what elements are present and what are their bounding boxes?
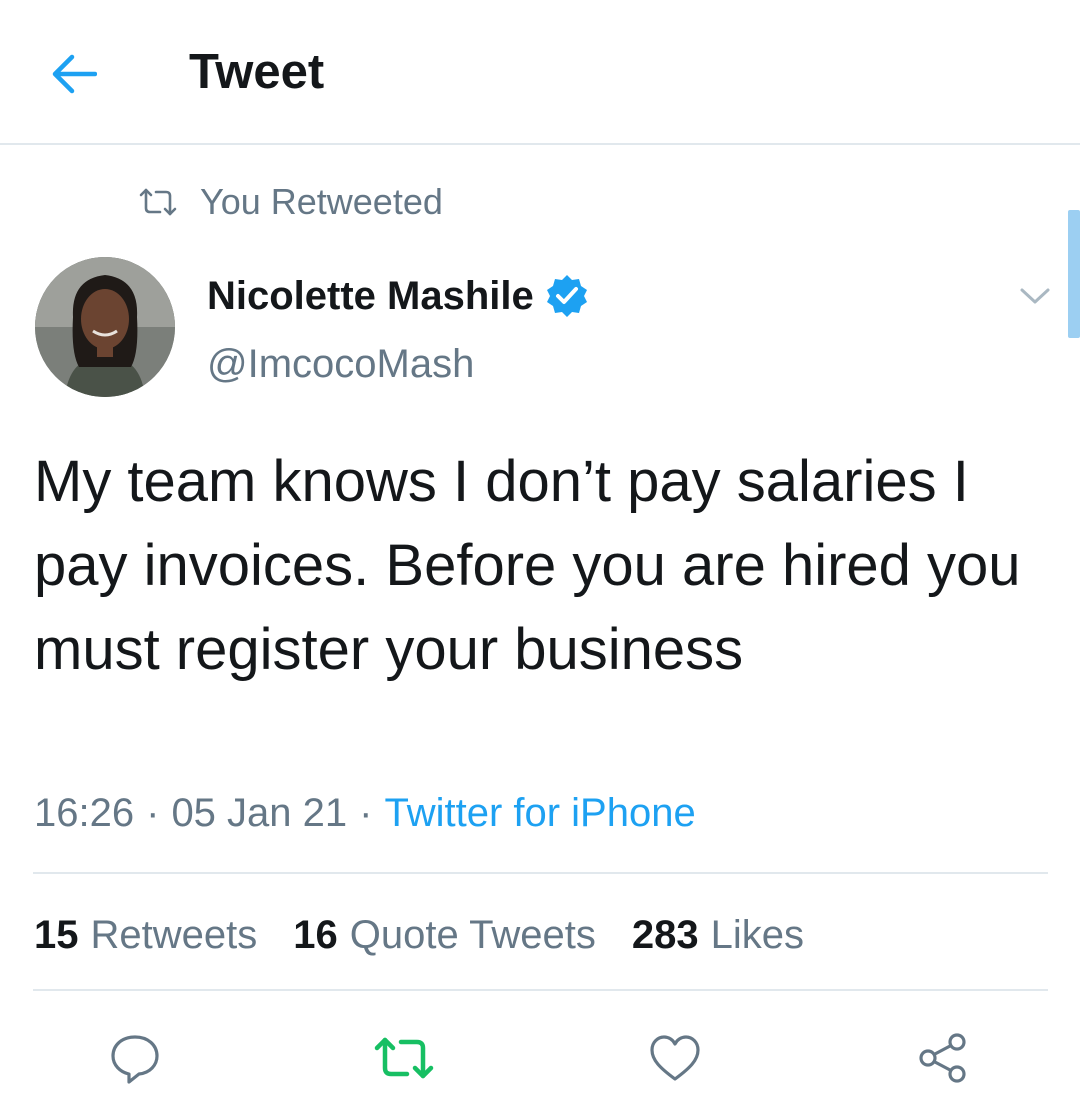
avatar-photo [35,257,175,397]
verified-badge-icon [546,275,587,317]
top-bar: Tweet [0,0,1080,145]
retweet-button[interactable] [372,1026,436,1090]
heart-icon [650,1035,700,1081]
scrollbar[interactable] [1068,210,1080,338]
retweet-context: You Retweeted [138,180,443,224]
author-name: Nicolette Mashile [207,273,534,318]
avatar[interactable] [35,257,175,397]
reply-icon [111,1035,159,1084]
retweet-icon [139,188,177,216]
tweet-time: 16:26 [34,790,135,835]
tweet-text: My team knows I don’t pay salaries I pay… [34,449,1021,682]
tweet-source-link[interactable]: Twitter for iPhone [384,791,695,836]
retweet-context-label: You Retweeted [200,181,443,222]
retweets-stat[interactable]: 15 Retweets [34,913,257,958]
back-arrow-icon [52,54,97,94]
author-name-row[interactable]: Nicolette Mashile [207,272,590,320]
quote-tweets-label: Quote Tweets [349,912,596,957]
page-title: Tweet [189,45,325,99]
quote-tweets-stat[interactable]: 16 Quote Tweets [293,913,596,958]
share-button[interactable] [911,1026,975,1090]
reply-button[interactable] [103,1026,167,1090]
likes-count: 283 [631,912,699,957]
chevron-down-icon [1020,288,1050,304]
tweet-date: 05 Jan 21 [171,790,348,835]
divider [33,872,1048,874]
likes-label: Likes [710,912,804,957]
divider [33,989,1048,991]
tweet-options-button[interactable] [1012,278,1058,314]
retweet-icon [374,1037,434,1079]
tweet-actions [0,1020,1080,1100]
author-handle[interactable]: @ImcocoMash [207,342,474,387]
tweet-stats: 15 Retweets 16 Quote Tweets 283 Likes [34,910,840,960]
retweets-count: 15 [34,912,79,957]
meta-separator: · [146,790,160,835]
likes-stat[interactable]: 283 Likes [632,913,804,958]
tweet-meta: 16:26 · 05 Jan 21 · Twitter for iPhone [34,788,696,838]
like-button[interactable] [643,1026,707,1090]
share-icon [919,1033,966,1083]
retweets-label: Retweets [90,912,258,957]
back-button[interactable] [44,46,104,102]
quote-tweets-count: 16 [293,912,338,957]
meta-separator: · [359,790,373,835]
